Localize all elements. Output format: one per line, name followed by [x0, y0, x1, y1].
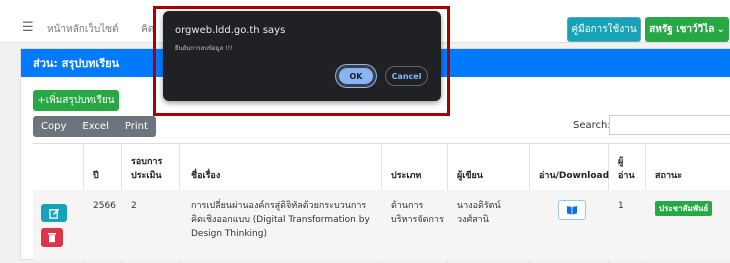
- ok-button[interactable]: OK: [336, 65, 376, 87]
- header-round-2[interactable]: ประเมิน: [131, 170, 162, 183]
- trash-icon: [48, 233, 56, 243]
- dialog-message: ยืนยันการลบข้อมูล !!!: [175, 45, 233, 52]
- cell-readers: 1: [618, 201, 624, 211]
- table-row: [33, 190, 730, 260]
- manual-button[interactable]: คู่มือการใช้งาน: [567, 17, 641, 42]
- export-button-group: Copy Excel Print: [33, 116, 156, 137]
- header-type[interactable]: ประเภท: [391, 170, 421, 183]
- cell-round: 2: [131, 201, 137, 211]
- header-read-download[interactable]: อ่าน/Download: [539, 170, 609, 183]
- read-download-button[interactable]: [558, 200, 586, 220]
- cancel-button[interactable]: Cancel: [385, 66, 428, 86]
- user-name: สหรัฐ เชาว์วิไล: [649, 24, 715, 35]
- hamburger-icon[interactable]: ☰: [22, 20, 34, 35]
- book-icon: [567, 206, 577, 215]
- cell-title-line-1: การเปลี่ยนผ่านองค์กรสู่ดิจิทัลด้วยกระบวน…: [191, 201, 367, 211]
- cell-title-line-3: Design Thinking): [191, 229, 267, 239]
- user-menu-button[interactable]: สหรัฐ เชาว์วิไล ⌄: [645, 17, 729, 42]
- cell-author-line-1: นางอดิรัตน์: [457, 201, 501, 211]
- header-title[interactable]: ชื่อเรื่อง: [191, 170, 220, 183]
- status-badge: ประชาสัมพันธ์: [655, 201, 713, 216]
- header-round-1[interactable]: รอบการ: [131, 156, 162, 169]
- confirm-dialog: orgweb.ldd.go.th says ยืนยันการลบข้อมูล …: [163, 11, 441, 101]
- print-button[interactable]: Print: [117, 116, 156, 137]
- dialog-title: orgweb.ldd.go.th says: [175, 25, 286, 36]
- edit-button[interactable]: [41, 204, 67, 222]
- chevron-down-icon: ⌄: [716, 24, 725, 35]
- search-label: Search:: [573, 120, 611, 131]
- cell-type-line-1: ด้านการ: [391, 201, 424, 211]
- cell-year: 2566: [93, 201, 116, 211]
- delete-button[interactable]: [41, 228, 63, 247]
- copy-button[interactable]: Copy: [33, 116, 74, 137]
- nav-link-home[interactable]: หน้าหลักเว็บไซต์: [47, 22, 119, 37]
- header-year[interactable]: ปี: [93, 170, 99, 183]
- excel-button[interactable]: Excel: [74, 116, 117, 137]
- search-input[interactable]: [609, 115, 730, 135]
- cell-author-line-2: วงศ์สานิ: [457, 215, 489, 225]
- edit-icon: [48, 208, 59, 219]
- add-lesson-button[interactable]: +เพิ่มสรุปบทเรียน: [33, 90, 119, 111]
- header-author[interactable]: ผู้เขียน: [457, 170, 483, 183]
- header-readers-1[interactable]: ผู้: [618, 156, 623, 169]
- cell-type-line-2: บริหารจัดการ: [391, 215, 444, 225]
- header-status[interactable]: สถานะ: [655, 170, 682, 183]
- header-readers-2[interactable]: อ่าน: [618, 170, 635, 183]
- cell-title-line-2: คิดเชิงออกแบบ (Digital Transformation by: [191, 215, 370, 225]
